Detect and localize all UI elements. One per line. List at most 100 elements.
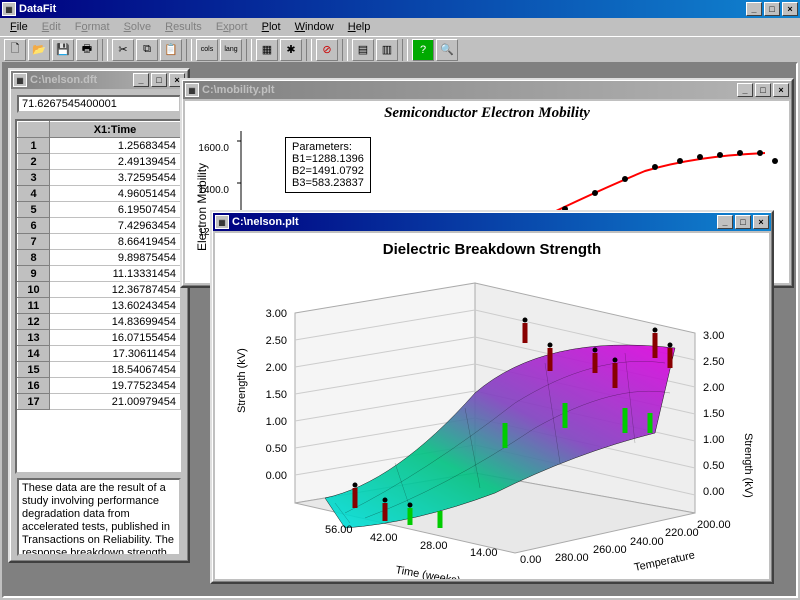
row-header[interactable]: 3 bbox=[18, 170, 50, 186]
table-row[interactable]: 78.66419454 bbox=[18, 234, 181, 250]
table-row[interactable]: 56.19507454 bbox=[18, 202, 181, 218]
table-row[interactable]: 1721.00979454 bbox=[18, 394, 181, 410]
table-row[interactable]: 911.13331454 bbox=[18, 266, 181, 282]
col-header[interactable]: X1:Time bbox=[50, 122, 181, 138]
menu-format[interactable]: Format bbox=[69, 19, 116, 35]
row-header[interactable]: 11 bbox=[18, 298, 50, 314]
row-header[interactable]: 15 bbox=[18, 362, 50, 378]
cell[interactable]: 7.42963454 bbox=[50, 218, 181, 234]
about-icon[interactable]: 🔍 bbox=[436, 39, 458, 61]
cell[interactable]: 4.96051454 bbox=[50, 186, 181, 202]
cell[interactable]: 17.30611454 bbox=[50, 346, 181, 362]
parameters-box: Parameters: B1=1288.1396 B2=1491.0792 B3… bbox=[285, 137, 371, 193]
maximize-button[interactable]: □ bbox=[764, 2, 780, 16]
nelson-window-titlebar[interactable]: ▦ C:\nelson.plt _ □ × bbox=[213, 213, 771, 231]
menu-help[interactable]: Help bbox=[342, 19, 377, 35]
minimize-button[interactable]: _ bbox=[746, 2, 762, 16]
table-row[interactable]: 1619.77523454 bbox=[18, 378, 181, 394]
svg-text:Temperature: Temperature bbox=[633, 549, 696, 574]
row-header[interactable]: 6 bbox=[18, 218, 50, 234]
stat-icon[interactable]: ✱ bbox=[280, 39, 302, 61]
row-header[interactable]: 13 bbox=[18, 330, 50, 346]
cell[interactable]: 19.77523454 bbox=[50, 378, 181, 394]
close-button[interactable]: × bbox=[773, 83, 789, 97]
table-row[interactable]: 1113.60243454 bbox=[18, 298, 181, 314]
table-row[interactable]: 11.25683454 bbox=[18, 138, 181, 154]
table-row[interactable]: 1316.07155454 bbox=[18, 330, 181, 346]
cell-editor[interactable]: 71.6267545400001 bbox=[17, 95, 181, 113]
cell[interactable]: 11.13331454 bbox=[50, 266, 181, 282]
cell[interactable]: 1.25683454 bbox=[50, 138, 181, 154]
save-icon[interactable]: 💾 bbox=[52, 39, 74, 61]
cell[interactable]: 18.54067454 bbox=[50, 362, 181, 378]
table-row[interactable]: 1214.83699454 bbox=[18, 314, 181, 330]
cut-icon[interactable]: ✂ bbox=[112, 39, 134, 61]
open-icon[interactable]: 📂 bbox=[28, 39, 50, 61]
table-row[interactable]: 89.89875454 bbox=[18, 250, 181, 266]
menu-results[interactable]: Results bbox=[159, 19, 208, 35]
cell[interactable]: 3.72595454 bbox=[50, 170, 181, 186]
minimize-button[interactable]: _ bbox=[133, 73, 149, 87]
row-header[interactable]: 12 bbox=[18, 314, 50, 330]
close-button[interactable]: × bbox=[753, 215, 769, 229]
data-window-titlebar[interactable]: ▦ C:\nelson.dft _ □ × bbox=[11, 71, 187, 89]
columns-icon[interactable]: cols bbox=[196, 39, 218, 61]
cell[interactable]: 21.00979454 bbox=[50, 394, 181, 410]
menu-edit[interactable]: Edit bbox=[36, 19, 67, 35]
toolbar: 🗋 📂 💾 🖶 ✂ ⧉ 📋 cols lang ▦ ✱ ⊘ ▤ ▥ ? 🔍 bbox=[0, 36, 800, 62]
row-header[interactable]: 1 bbox=[18, 138, 50, 154]
nelson-plot-window[interactable]: ▦ C:\nelson.plt _ □ × Dielectric Breakdo… bbox=[210, 210, 774, 584]
grid-icon[interactable]: ▦ bbox=[256, 39, 278, 61]
table-row[interactable]: 1417.30611454 bbox=[18, 346, 181, 362]
menu-window[interactable]: Window bbox=[289, 19, 340, 35]
row-header[interactable]: 4 bbox=[18, 186, 50, 202]
menu-export[interactable]: Export bbox=[210, 19, 254, 35]
cell[interactable]: 6.19507454 bbox=[50, 202, 181, 218]
tile-icon[interactable]: ▤ bbox=[352, 39, 374, 61]
table-row[interactable]: 22.49139454 bbox=[18, 154, 181, 170]
maximize-button[interactable]: □ bbox=[151, 73, 167, 87]
close-button[interactable]: × bbox=[782, 2, 798, 16]
description-box[interactable]: These data are the result of a study inv… bbox=[17, 478, 181, 556]
data-window[interactable]: ▦ C:\nelson.dft _ □ × 71.6267545400001 X… bbox=[8, 68, 190, 563]
menu-plot[interactable]: Plot bbox=[256, 19, 287, 35]
row-header[interactable]: 10 bbox=[18, 282, 50, 298]
minimize-button[interactable]: _ bbox=[737, 83, 753, 97]
row-header[interactable]: 8 bbox=[18, 250, 50, 266]
mobility-window-titlebar[interactable]: ▦ C:\mobility.plt _ □ × bbox=[183, 81, 791, 99]
minimize-button[interactable]: _ bbox=[717, 215, 733, 229]
cell[interactable]: 16.07155454 bbox=[50, 330, 181, 346]
table-row[interactable]: 44.96051454 bbox=[18, 186, 181, 202]
print-icon[interactable]: 🖶 bbox=[76, 39, 98, 61]
paste-icon[interactable]: 📋 bbox=[160, 39, 182, 61]
lang-icon[interactable]: lang bbox=[220, 39, 242, 61]
cell[interactable]: 13.60243454 bbox=[50, 298, 181, 314]
cell[interactable]: 14.83699454 bbox=[50, 314, 181, 330]
row-header[interactable]: 7 bbox=[18, 234, 50, 250]
menu-solve[interactable]: Solve bbox=[118, 19, 158, 35]
table-row[interactable]: 1012.36787454 bbox=[18, 282, 181, 298]
new-icon[interactable]: 🗋 bbox=[4, 39, 26, 61]
table-row[interactable]: 1518.54067454 bbox=[18, 362, 181, 378]
row-header[interactable]: 5 bbox=[18, 202, 50, 218]
row-header[interactable]: 2 bbox=[18, 154, 50, 170]
maximize-button[interactable]: □ bbox=[755, 83, 771, 97]
row-header[interactable]: 9 bbox=[18, 266, 50, 282]
row-header[interactable]: 16 bbox=[18, 378, 50, 394]
data-grid[interactable]: X1:Time 11.2568345422.4913945433.7259545… bbox=[15, 119, 183, 474]
cell[interactable]: 9.89875454 bbox=[50, 250, 181, 266]
table-row[interactable]: 67.42963454 bbox=[18, 218, 181, 234]
row-header[interactable]: 17 bbox=[18, 394, 50, 410]
row-header[interactable]: 14 bbox=[18, 346, 50, 362]
maximize-button[interactable]: □ bbox=[735, 215, 751, 229]
cell[interactable]: 12.36787454 bbox=[50, 282, 181, 298]
table-row[interactable]: 33.72595454 bbox=[18, 170, 181, 186]
corner-cell[interactable] bbox=[18, 122, 50, 138]
cell[interactable]: 2.49139454 bbox=[50, 154, 181, 170]
menu-file[interactable]: File bbox=[4, 19, 34, 35]
stop-icon[interactable]: ⊘ bbox=[316, 39, 338, 61]
help-icon[interactable]: ? bbox=[412, 39, 434, 61]
cell[interactable]: 8.66419454 bbox=[50, 234, 181, 250]
cascade-icon[interactable]: ▥ bbox=[376, 39, 398, 61]
copy-icon[interactable]: ⧉ bbox=[136, 39, 158, 61]
